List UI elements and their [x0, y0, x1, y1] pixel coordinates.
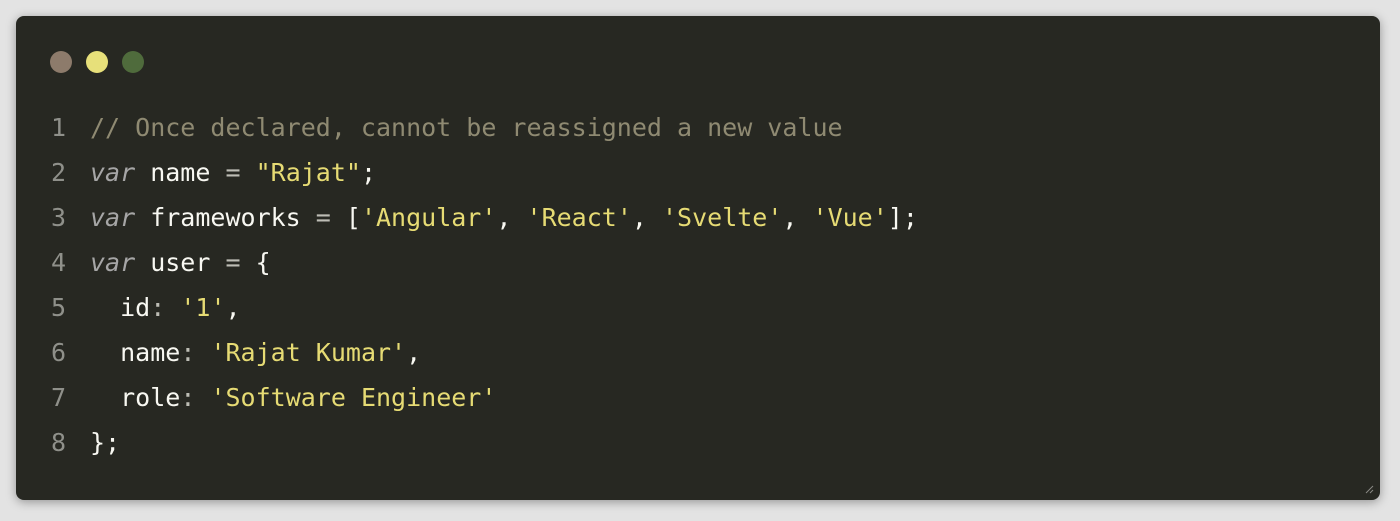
code-token-plain: ,: [631, 203, 662, 232]
resize-grip-icon[interactable]: [1364, 484, 1374, 494]
code-line: 5 id: '1',: [16, 285, 1380, 330]
line-number: 8: [50, 428, 66, 457]
code-token-string: 'React': [526, 203, 632, 232]
code-token-string: 'Software Engineer': [210, 383, 497, 412]
code-line-text: var user = {: [90, 240, 271, 285]
code-token-operator: :: [150, 293, 166, 322]
code-line-text: var name = "Rajat";: [90, 150, 376, 195]
code-line-text: role: 'Software Engineer': [90, 375, 496, 420]
code-token-string: 'Svelte': [662, 203, 783, 232]
code-token-comment: // Once declared, cannot be reassigned a…: [90, 113, 843, 142]
code-token-plain: ];: [887, 203, 918, 232]
code-token-plain: };: [90, 428, 121, 457]
line-number: 6: [50, 338, 66, 367]
code-token-string: 'Rajat Kumar': [210, 338, 407, 367]
code-token-plain: ,: [782, 203, 813, 232]
code-token-plain: {: [240, 248, 271, 277]
code-line: 1 // Once declared, cannot be reassigned …: [16, 105, 1380, 150]
code-line-text: // Once declared, cannot be reassigned a…: [90, 105, 843, 150]
code-token-keyword: var: [90, 158, 136, 187]
code-token-keyword: var: [90, 248, 136, 277]
line-number: 5: [50, 293, 66, 322]
line-number: 1: [50, 113, 66, 142]
code-editor[interactable]: 1 // Once declared, cannot be reassigned …: [16, 105, 1380, 465]
code-line: 8};: [16, 420, 1380, 465]
code-line-text: };: [90, 420, 120, 465]
code-token-plain: name: [90, 338, 181, 367]
code-token-plain: ,: [225, 293, 241, 322]
code-line-text: name: 'Rajat Kumar',: [90, 330, 421, 375]
code-line: 2 var name = "Rajat";: [16, 150, 1380, 195]
code-token-plain: role: [90, 383, 181, 412]
line-number: 2: [50, 158, 66, 187]
code-token-string: 'Vue': [812, 203, 888, 232]
code-token-plain: name: [135, 158, 226, 187]
code-token-plain: frameworks: [135, 203, 316, 232]
code-token-plain: user: [135, 248, 226, 277]
code-line: 7 role: 'Software Engineer': [16, 375, 1380, 420]
code-line: 3 var frameworks = ['Angular', 'React', '…: [16, 195, 1380, 240]
code-token-operator: =: [225, 248, 241, 277]
minimize-dot-icon[interactable]: [86, 51, 108, 73]
code-token-keyword: var: [90, 203, 136, 232]
code-token-string: "Rajat": [255, 158, 361, 187]
code-token-plain: ,: [406, 338, 422, 367]
code-line: 6 name: 'Rajat Kumar',: [16, 330, 1380, 375]
code-token-string: '1': [180, 293, 226, 322]
code-token-plain: id: [90, 293, 151, 322]
code-token-operator: =: [315, 203, 331, 232]
code-token-operator: :: [180, 383, 196, 412]
code-token-operator: :: [180, 338, 196, 367]
zoom-dot-icon[interactable]: [122, 51, 144, 73]
code-token-plain: ;: [360, 158, 377, 187]
code-line-text: var frameworks = ['Angular', 'React', 'S…: [90, 195, 918, 240]
code-line: 4 var user = {: [16, 240, 1380, 285]
code-token-operator: =: [225, 158, 241, 187]
line-number: 4: [50, 248, 66, 277]
code-window: 1 // Once declared, cannot be reassigned …: [16, 16, 1380, 500]
code-line-text: id: '1',: [90, 285, 241, 330]
code-token-string: 'Angular': [360, 203, 497, 232]
line-number: 7: [50, 383, 66, 412]
line-number: 3: [50, 203, 66, 232]
code-token-plain: ,: [496, 203, 527, 232]
close-dot-icon[interactable]: [50, 51, 72, 73]
code-token-plain: [: [330, 203, 361, 232]
window-controls: [50, 51, 144, 73]
